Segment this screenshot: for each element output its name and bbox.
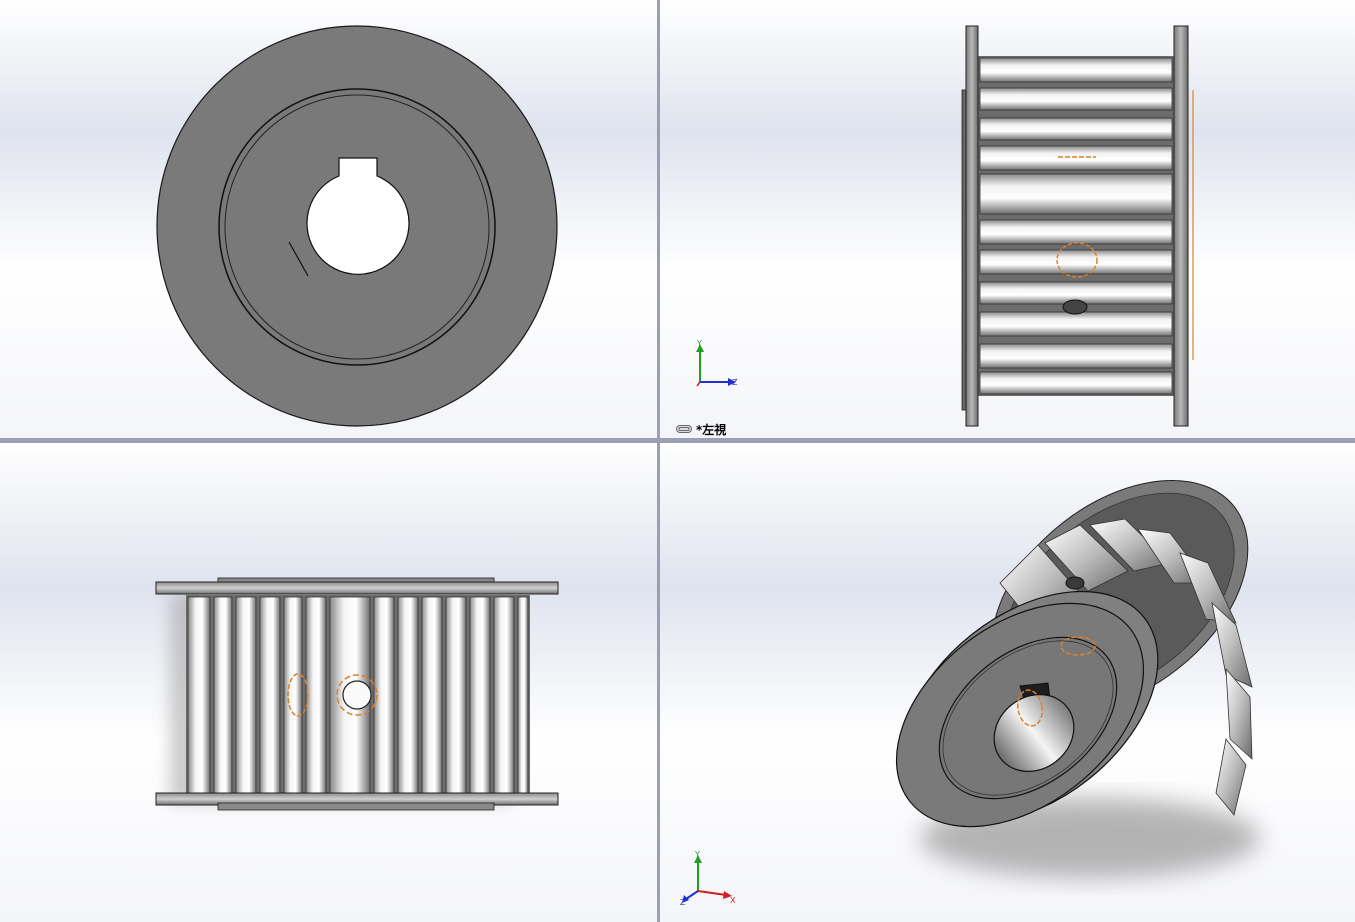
axis-triad-left: Y Z (696, 340, 738, 387)
set-screw-hole (1065, 576, 1085, 590)
viewport-top[interactable] (0, 443, 657, 922)
view-link-icon[interactable] (676, 424, 692, 434)
flange-top (155, 581, 559, 595)
flange-left (965, 25, 979, 427)
view-name: *左視 (696, 422, 727, 437)
pulley-side-view (961, 25, 1194, 427)
pulley-front-view (156, 25, 558, 427)
z-axis (685, 890, 699, 900)
pulley-teeth (979, 57, 1173, 395)
set-screw-hole (342, 680, 372, 710)
y-axis-label: Y (694, 850, 700, 859)
pulley-isometric-view (895, 480, 1260, 878)
viewport-front[interactable] (0, 0, 657, 438)
hub-bottom (217, 802, 495, 811)
viewport-isometric[interactable]: Y X Z (660, 443, 1355, 922)
pulley-top-view (155, 577, 559, 811)
y-axis-label: Y (696, 340, 702, 348)
set-screw-hole (1062, 299, 1088, 315)
x-axis-label: X (730, 896, 736, 905)
z-axis-label: Z (732, 378, 738, 387)
x-axis (697, 890, 727, 896)
z-axis-label: Z (680, 898, 686, 905)
viewport-splitter-horizontal[interactable] (0, 438, 1355, 443)
x-axis (696, 381, 701, 387)
axis-triad-iso: Y X Z (680, 850, 736, 905)
flange-right (1173, 25, 1189, 427)
viewport-left[interactable]: Y Z *左視 (660, 0, 1355, 438)
view-orientation-label[interactable]: *左視 (676, 421, 726, 437)
viewport-splitter-vertical[interactable] (657, 0, 660, 922)
